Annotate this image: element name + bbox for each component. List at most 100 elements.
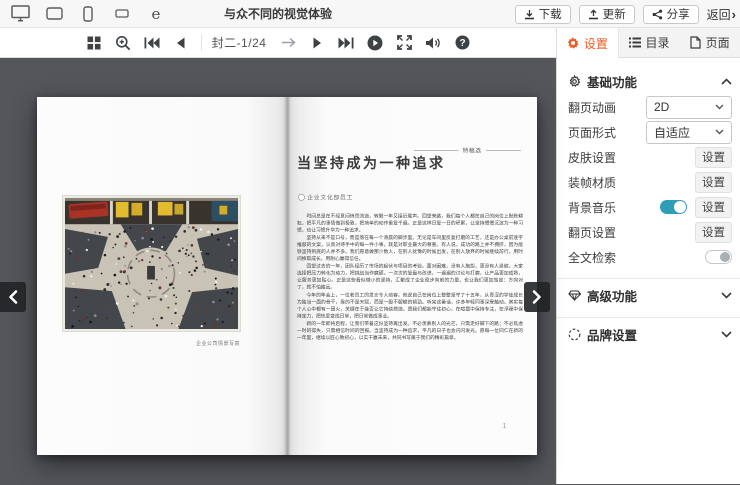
- next-spread-button[interactable]: [524, 282, 550, 312]
- flip-settings-button[interactable]: 设置: [695, 222, 732, 243]
- paragraph: 坚持从来不是口号，而是落在每一个清晨的脚步里。无论是车间里反复打磨的工艺，还是办…: [297, 235, 523, 263]
- tab-settings-label: 设置: [584, 35, 608, 52]
- setting-row-flip-animation: 翻页动画 2D: [568, 95, 732, 119]
- skin-settings-button[interactable]: 设置: [695, 147, 732, 168]
- fulltext-search-toggle[interactable]: [705, 250, 732, 264]
- toggle-knob: [674, 201, 686, 213]
- sidebar-tabs: 设置 目录 页面: [556, 28, 740, 58]
- page-icon: [690, 36, 701, 49]
- divider: [557, 278, 740, 279]
- setting-label: 装帧材质: [568, 174, 616, 191]
- prev-page-icon[interactable]: [172, 34, 190, 52]
- flip-animation-select[interactable]: 2D: [646, 96, 732, 119]
- chevron-right-icon: ›: [732, 7, 736, 22]
- page-number: 1: [503, 422, 507, 430]
- section-title: 基础功能: [587, 72, 715, 91]
- goto-icon[interactable]: [279, 34, 297, 52]
- top-actions: 下载 更新 分享 返回›: [515, 0, 736, 28]
- page-indicator[interactable]: 封二-1/24: [201, 34, 269, 51]
- phone-icon[interactable]: [78, 4, 98, 24]
- setting-row-page-mode: 页面形式 自适应: [568, 120, 732, 144]
- help-icon[interactable]: ?: [453, 34, 471, 52]
- chevron-down-icon: [715, 104, 724, 110]
- paragraph: 今年的年会上，一位老员工的发言令人动容。他说自己在岗位上整整坚守了十五年，从青涩…: [297, 292, 523, 320]
- tab-toc-label: 目录: [646, 34, 670, 51]
- section-advanced-functions[interactable]: 高级功能: [568, 282, 732, 308]
- list-icon: [629, 37, 641, 48]
- tab-pages[interactable]: 页面: [679, 28, 740, 57]
- paragraph: 回望过去的一年，团队经历了市场的起伏与项目的考验。面对困难，没有人抱怨，更没有人…: [297, 263, 523, 291]
- article-title: 当坚持成为一种追求: [297, 153, 446, 173]
- section-title: 品牌设置: [587, 325, 715, 344]
- section-basic-functions[interactable]: 基础功能: [568, 68, 732, 94]
- prev-spread-button[interactable]: [0, 282, 26, 312]
- right-page[interactable]: 特稿选 当坚持成为一种追求 企业文化部员工 时间总是在不经意间悄然流逝，转眼一年…: [287, 97, 537, 455]
- red-bus: [68, 202, 108, 219]
- setting-label: 全文检索: [568, 249, 616, 266]
- update-label: 更新: [603, 6, 626, 22]
- autoplay-icon[interactable]: [366, 34, 384, 52]
- sound-icon[interactable]: [424, 34, 442, 52]
- device-switcher: e: [0, 4, 166, 24]
- chevron-down-icon: [721, 331, 732, 338]
- share-button[interactable]: 分享: [643, 5, 699, 24]
- main-row: 企业公司情景写真 特稿选 当坚持成为一种追求 企业文化部员工 时间总是在不经意间…: [0, 58, 740, 484]
- fullscreen-icon[interactable]: [395, 34, 413, 52]
- setting-label: 皮肤设置: [568, 149, 616, 166]
- next-page-icon[interactable]: [308, 34, 326, 52]
- topbar: e 与众不同的视觉体验 下载 更新 分享 返回›: [0, 0, 740, 28]
- back-button[interactable]: 返回›: [707, 6, 736, 23]
- section-brand-settings[interactable]: 品牌设置: [568, 321, 732, 347]
- svg-text:?: ?: [459, 38, 465, 49]
- rule-line: [414, 150, 458, 151]
- desktop-icon[interactable]: [10, 4, 30, 24]
- card-icon[interactable]: [112, 4, 132, 24]
- tab-settings[interactable]: 设置: [557, 28, 619, 58]
- download-button[interactable]: 下载: [515, 5, 571, 24]
- setting-row-bg-music: 背景音乐 设置: [568, 195, 732, 219]
- select-value: 自适应: [654, 124, 690, 141]
- share-icon: [652, 9, 663, 20]
- bg-music-toggle[interactable]: [660, 200, 687, 214]
- tablet-icon[interactable]: [44, 4, 64, 24]
- photo-caption: 企业公司情景写真: [90, 339, 240, 347]
- tab-pages-label: 页面: [706, 34, 730, 51]
- setting-row-flip-settings: 翻页设置 设置: [568, 220, 732, 244]
- author-name: 企业文化部员工: [307, 193, 353, 202]
- download-icon: [524, 9, 535, 20]
- paragraph: 新的一年即将启程，让我们带着这份坚持再出发。不必羡慕别人的光芒，只需走好脚下的路…: [297, 320, 523, 341]
- rule-line: [486, 150, 521, 151]
- left-page[interactable]: 企业公司情景写真: [37, 97, 287, 455]
- paragraph: 时间总是在不经意间悄然流逝，转眼一年又接近尾声。回望来路，我们每个人都在自己的岗…: [297, 213, 523, 234]
- update-button[interactable]: 更新: [579, 5, 635, 24]
- article-photo: [63, 196, 240, 331]
- gear-outline-icon: [568, 75, 581, 88]
- tab-toc[interactable]: 目录: [619, 28, 680, 57]
- setting-label: 翻页动画: [568, 99, 616, 116]
- viewer-toolbar: 封二-1/24 ?: [0, 28, 556, 58]
- section-title: 高级功能: [587, 286, 715, 305]
- bg-music-settings-button[interactable]: 设置: [695, 197, 732, 218]
- setting-row-skin: 皮肤设置 设置: [568, 145, 732, 169]
- first-page-icon[interactable]: [143, 34, 161, 52]
- gear-icon: [567, 37, 579, 49]
- page-mode-select[interactable]: 自适应: [646, 121, 732, 144]
- settings-panel: 基础功能 翻页动画 2D 页面形式 自适应 皮肤设置 设置 装帧材质 设置: [556, 58, 740, 484]
- chevron-down-icon: [721, 292, 732, 299]
- flipbook: 企业公司情景写真 特稿选 当坚持成为一种追求 企业文化部员工 时间总是在不经意间…: [37, 97, 537, 455]
- back-label: 返回: [707, 6, 731, 23]
- binding-material-settings-button[interactable]: 设置: [695, 172, 732, 193]
- thumbnails-icon[interactable]: [85, 34, 103, 52]
- setting-label: 翻页设置: [568, 224, 616, 241]
- setting-row-fulltext-search: 全文检索: [568, 245, 732, 269]
- upload-icon: [588, 9, 599, 20]
- zoom-in-icon[interactable]: [114, 34, 132, 52]
- chevron-up-icon: [721, 78, 732, 85]
- category-label: 特稿选: [463, 146, 482, 154]
- plaza-aerial-photo: [65, 198, 238, 329]
- e-icon[interactable]: e: [146, 4, 166, 24]
- article-byline: 企业文化部员工: [298, 193, 353, 202]
- chevron-left-icon: [7, 289, 19, 305]
- author-avatar: [298, 194, 305, 201]
- last-page-icon[interactable]: [337, 34, 355, 52]
